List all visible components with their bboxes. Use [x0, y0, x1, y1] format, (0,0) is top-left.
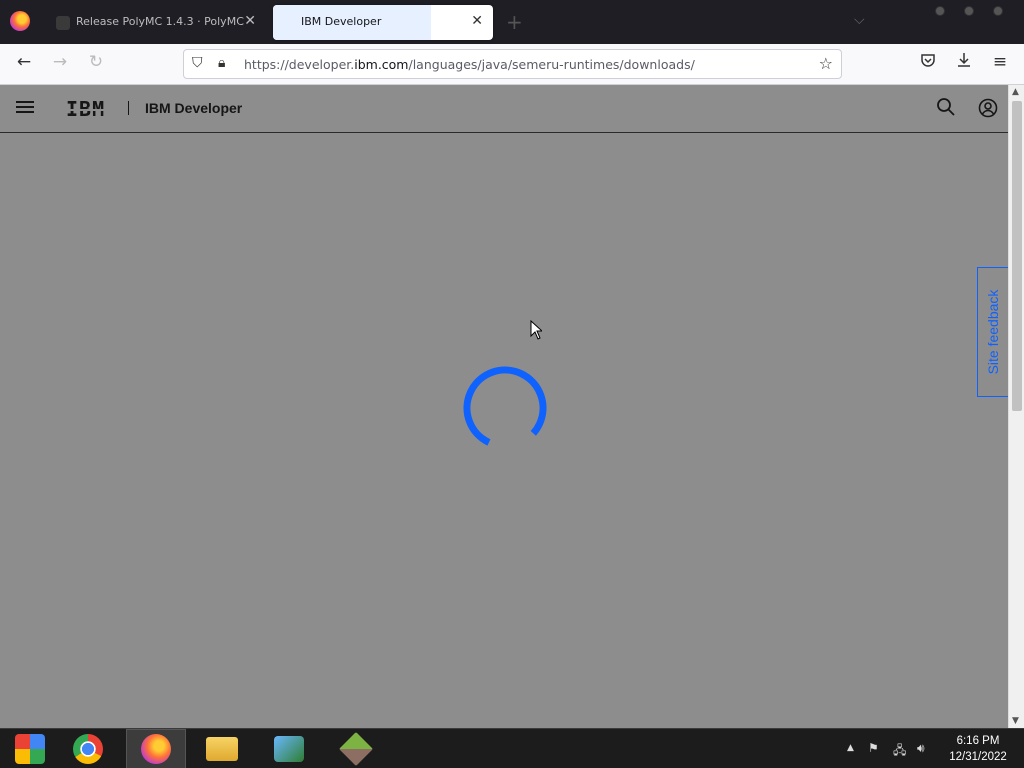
- mouse-cursor-icon: [530, 320, 542, 340]
- chromium-icon: [15, 734, 45, 764]
- header-divider: [128, 101, 129, 115]
- site-feedback-label: Site feedback: [985, 289, 1001, 375]
- scrollbar-thumb[interactable]: [1012, 101, 1022, 411]
- scroll-up-arrow-icon[interactable]: ▲: [1012, 87, 1019, 97]
- navigation-toolbar: ← → ↻ ⛉ 🔒︎ https://developer.ibm.com/lan…: [0, 44, 1024, 85]
- tracking-protection-shield-icon[interactable]: ⛉: [192, 55, 203, 71]
- pocket-icon[interactable]: [916, 52, 940, 73]
- taskbar-chromium[interactable]: [0, 729, 60, 768]
- url-domain: ibm.com: [354, 57, 409, 72]
- taskbar-chrome[interactable]: [58, 729, 118, 768]
- close-window-button[interactable]: [993, 6, 1003, 16]
- downloads-icon[interactable]: [952, 52, 976, 73]
- ibm-masthead: IBM IBM Developer: [0, 85, 1008, 133]
- taskbar-minecraft[interactable]: [326, 729, 386, 768]
- firefox-icon: [141, 734, 171, 764]
- show-hidden-icons-chevron-icon[interactable]: ▲: [847, 743, 854, 753]
- taskbar-file-explorer[interactable]: [192, 729, 252, 768]
- maximize-window-button[interactable]: [964, 6, 974, 16]
- site-title[interactable]: IBM Developer: [145, 100, 242, 116]
- user-avatar-icon[interactable]: [978, 98, 998, 118]
- taskbar-firefox[interactable]: [126, 729, 186, 768]
- network-users-icon: [274, 736, 304, 762]
- volume-speaker-icon[interactable]: 🔊︎: [917, 741, 925, 756]
- list-all-tabs-chevron-icon[interactable]: ⌵: [854, 12, 865, 28]
- tab-strip: Release PolyMC 1.4.3 · PolyMC/PolyMC ✕ I…: [0, 0, 1024, 44]
- close-tab-icon[interactable]: ✕: [471, 13, 483, 29]
- tab-ibm-developer[interactable]: IBM Developer ✕: [273, 5, 493, 40]
- site-feedback-button[interactable]: Site feedback: [977, 267, 1009, 397]
- search-icon[interactable]: [936, 97, 956, 117]
- page-content: IBM IBM Developer Site feedback: [0, 85, 1009, 728]
- network-icon[interactable]: 🖧︎: [893, 741, 906, 762]
- tab-title: Release PolyMC 1.4.3 · PolyMC/PolyMC: [76, 15, 244, 28]
- loading-spinner: [463, 366, 547, 450]
- action-center-flag-icon[interactable]: ⚑: [868, 741, 879, 755]
- ibm-logo[interactable]: IBM: [66, 97, 105, 121]
- url-prefix: https://developer.: [244, 57, 355, 72]
- close-tab-icon[interactable]: ✕: [244, 13, 256, 29]
- reload-icon[interactable]: ↻: [84, 52, 108, 72]
- bookmark-star-icon[interactable]: ☆: [819, 54, 833, 73]
- lock-icon[interactable]: 🔒︎: [218, 55, 225, 71]
- url-bar[interactable]: ⛉ 🔒︎ https://developer.ibm.com/languages…: [183, 49, 842, 79]
- minecraft-icon: [339, 732, 373, 766]
- tab-title: IBM Developer: [301, 15, 382, 28]
- clock-time: 6:16 PM: [956, 735, 1000, 747]
- chrome-icon: [73, 734, 103, 764]
- page-scrollbar[interactable]: ▲ ▼: [1008, 85, 1024, 728]
- file-explorer-icon: [206, 737, 238, 761]
- hamburger-menu-icon[interactable]: [16, 101, 34, 115]
- new-tab-plus-icon[interactable]: +: [506, 10, 523, 34]
- minimize-window-button[interactable]: [935, 6, 945, 16]
- forward-arrow-icon[interactable]: →: [48, 52, 72, 72]
- taskbar-network-users[interactable]: [259, 729, 319, 768]
- back-arrow-icon[interactable]: ←: [12, 52, 36, 72]
- system-clock[interactable]: 6:16 PM 12/31/2022: [940, 733, 1016, 765]
- github-icon: [56, 16, 70, 30]
- app-menu-icon[interactable]: ≡: [988, 52, 1012, 72]
- url-path: /languages/java/semeru-runtimes/download…: [408, 57, 695, 72]
- tab-polymc-release[interactable]: Release PolyMC 1.4.3 · PolyMC/PolyMC ✕: [44, 5, 266, 40]
- scroll-down-arrow-icon[interactable]: ▼: [1012, 716, 1019, 726]
- url-text[interactable]: https://developer.ibm.com/languages/java…: [244, 57, 695, 72]
- taskbar: ▲ ⚑ 🖧︎ 🔊︎ 6:16 PM 12/31/2022: [0, 728, 1024, 768]
- firefox-menu-icon[interactable]: [10, 11, 30, 31]
- clock-date: 12/31/2022: [949, 751, 1007, 763]
